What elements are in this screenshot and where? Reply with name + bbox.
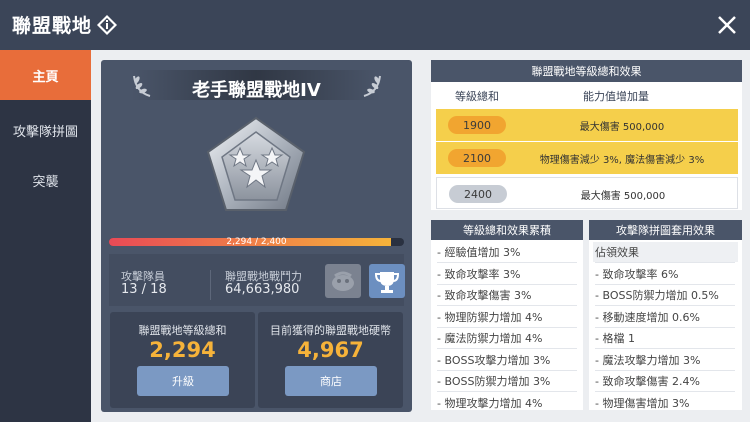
level-total-card: 聯盟戰地等級總和 2,294 升級 (110, 312, 255, 408)
list-item: - 物理防禦力增加 4% (437, 310, 543, 324)
stats-divider (210, 270, 211, 300)
list-separator (595, 283, 735, 285)
upgrade-button[interactable]: 升級 (137, 366, 229, 396)
list-item: - 格檔 1 (595, 332, 635, 345)
info-icon[interactable] (96, 14, 118, 36)
ranking-button[interactable] (369, 264, 405, 298)
coins-label: 目前獲得的聯盟戰地硬幣 (270, 324, 391, 337)
puzzle-title: 攻擊隊拼圖套用效果 (589, 220, 742, 240)
list-item: 佔領效果 (595, 246, 639, 259)
accumulated-title: 等級總和效果累積 (431, 220, 583, 240)
table-row: 2100 物理傷害減少 3%, 魔法傷害減少 3% (436, 142, 738, 174)
table-row: 2400 最大傷害 500,000 (436, 177, 738, 209)
list-item: - 致命攻擊傷害 3% (437, 289, 532, 302)
list-item: - 移動速度增加 0.6% (595, 310, 700, 324)
list-item: - BOSS防禦力增加 0.5% (595, 289, 719, 302)
list-separator (595, 348, 735, 349)
union-name-wrap: 老手聯盟戰地IV (101, 76, 412, 102)
list-item: - 致命攻擊率 6% (595, 267, 679, 281)
list-item: - 魔法攻擊力增加 3% (595, 353, 701, 367)
level-effects-title: 聯盟戰地等級總和效果 (431, 60, 742, 82)
puzzle-effects-panel[interactable]: 攻擊隊拼圖套用效果 佔領效果 - 致命攻擊率 6% - BOSS防禦力增加 0.5%… (589, 220, 742, 410)
effect-text: 最大傷害 500,000 (579, 121, 665, 133)
progress-text: 2,294 / 2,400 (226, 237, 287, 247)
level-total-label: 聯盟戰地等級總和 (138, 324, 227, 337)
list-item: - BOSS攻擊力增加 3% (437, 353, 551, 367)
level-pill: 1900 (448, 116, 506, 134)
list-separator (595, 305, 735, 306)
list-separator (437, 391, 577, 392)
trophy-icon (374, 272, 400, 293)
union-power-value: 64,663,980 (225, 282, 300, 297)
sidebar: 主頁 攻擊隊拼圖 突襲 (0, 50, 91, 422)
accumulated-effects-panel[interactable]: 等級總和效果累積 - 經驗值增加 3% - 致命攻擊率 3% - 致命攻擊傷害 3%… (431, 220, 583, 410)
list-separator (595, 262, 735, 263)
close-icon[interactable] (712, 10, 742, 40)
level-total-value: 2,294 (149, 338, 216, 362)
col-effect-header: 能力值增加量 (583, 90, 649, 103)
list-item: - 經驗值增加 3% (437, 246, 521, 259)
list-item: - BOSS防禦力增加 3% (437, 375, 551, 388)
locked-slot-button[interactable] (325, 264, 361, 298)
union-name: 老手聯盟戰地IV (192, 80, 321, 101)
sidebar-item-raid[interactable]: 突襲 (0, 155, 91, 205)
list-separator (595, 326, 735, 328)
sidebar-item-puzzle[interactable]: 攻擊隊拼圖 (0, 105, 91, 155)
effect-text: 物理傷害減少 3%, 魔法傷害減少 3% (539, 154, 705, 166)
pentagon-star-emblem (206, 116, 306, 211)
coins-value: 4,967 (297, 338, 364, 362)
list-item: - 魔法防禦力增加 4% (437, 332, 543, 345)
list-item: - 致命攻擊傷害 2.4% (595, 375, 700, 388)
level-pill: 2100 (448, 149, 506, 167)
list-separator (437, 262, 577, 263)
sidebar-item-home[interactable]: 主頁 (0, 50, 91, 100)
attack-crew-value: 13 / 18 (121, 282, 167, 297)
list-item: - 物理攻擊力增加 4% (437, 396, 543, 410)
list-separator (437, 283, 577, 285)
level-effects-table: 聯盟戰地等級總和效果 等級總和 能力值增加量 1900 最大傷害 500,000… (431, 60, 742, 210)
page-title: 聯盟戰地 (12, 15, 93, 37)
list-separator (437, 326, 577, 328)
level-pill: 2400 (449, 185, 507, 203)
table-row: 1900 最大傷害 500,000 (436, 109, 738, 141)
top-bar: 聯盟戰地 (0, 0, 750, 50)
shop-button[interactable]: 商店 (285, 366, 377, 396)
list-item: - 致命攻擊率 3% (437, 267, 521, 281)
creature-icon (332, 271, 354, 291)
col-level-header: 等級總和 (455, 90, 499, 103)
list-separator (595, 391, 735, 392)
list-item: - 物理傷害增加 3% (595, 396, 690, 410)
effect-text: 最大傷害 500,000 (580, 190, 666, 202)
coins-card: 目前獲得的聯盟戰地硬幣 4,967 商店 (258, 312, 403, 408)
list-separator (437, 305, 577, 306)
list-separator (437, 348, 577, 349)
list-separator (595, 369, 735, 371)
list-separator (437, 369, 577, 371)
